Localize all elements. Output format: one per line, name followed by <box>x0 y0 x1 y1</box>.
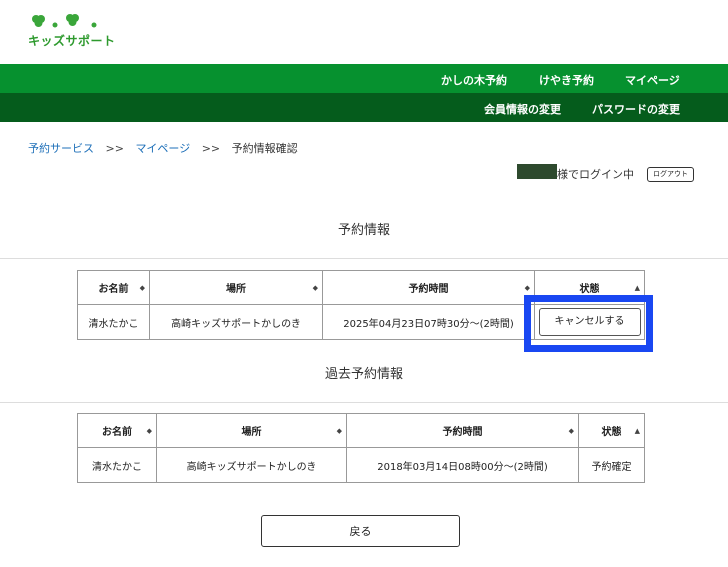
column-header-status[interactable]: 状態 ▲ <box>534 270 645 305</box>
logo-text: キッズサポート <box>28 34 116 48</box>
column-header-name[interactable]: お名前 ◆ <box>77 270 150 305</box>
breadcrumb-separator: >> <box>201 142 221 155</box>
table-header-row: お名前 ◆ 場所 ◆ 予約時間 ◆ 状態 ▲ <box>77 413 645 448</box>
clover-logo-icon <box>32 14 97 28</box>
past-reservations-title: 過去予約情報 <box>324 367 403 382</box>
current-reservations-title: 予約情報 <box>337 223 390 238</box>
column-header-time[interactable]: 予約時間 ◆ <box>322 270 535 305</box>
nav-kashinoki-reservation[interactable]: かしの木予約 <box>441 72 507 88</box>
secondary-nav: 会員情報の変更 パスワードの変更 <box>0 93 728 122</box>
column-header-label: 予約時間 <box>442 427 483 438</box>
nav-keyaki-reservation[interactable]: けやき予約 <box>539 72 594 88</box>
column-header-label: お名前 <box>102 427 132 438</box>
back-button[interactable]: 戻る <box>261 515 460 547</box>
login-status-text: 様でログイン中 <box>557 168 634 181</box>
column-header-label: 状態 <box>579 284 600 295</box>
cell-time: 2018年03月14日08時00分〜(2時間) <box>346 447 579 483</box>
divider <box>0 402 728 403</box>
cell-name: 清水たかこ <box>77 447 157 483</box>
breadcrumb-separator: >> <box>105 142 124 155</box>
nav-password-change[interactable]: パスワードの変更 <box>592 101 680 117</box>
breadcrumb-current-page: 予約情報確認 <box>231 142 298 155</box>
logo[interactable]: キッズサポート <box>28 12 115 52</box>
nav-mypage[interactable]: マイページ <box>625 72 680 88</box>
cell-time: 2025年04月23日07時30分〜(2時間) <box>322 304 535 340</box>
sort-ascending-icon: ▲ <box>634 426 640 435</box>
sort-icon: ◆ <box>139 283 145 292</box>
sort-icon: ◆ <box>146 426 152 435</box>
column-header-place[interactable]: 場所 ◆ <box>149 270 323 305</box>
table-header-row: お名前 ◆ 場所 ◆ 予約時間 ◆ 状態 ▲ <box>77 270 645 305</box>
sort-icon: ◆ <box>312 283 318 292</box>
cell-place: 高崎キッズサポートかしのき <box>149 304 323 340</box>
column-header-time[interactable]: 予約時間 ◆ <box>346 413 579 448</box>
column-header-status[interactable]: 状態 ▲ <box>578 413 645 448</box>
breadcrumb-mypage[interactable]: マイページ <box>135 142 190 155</box>
cell-place: 高崎キッズサポートかしのき <box>156 447 347 483</box>
sort-icon: ◆ <box>336 426 342 435</box>
logout-button[interactable]: ログアウト <box>647 167 694 182</box>
cell-status: 予約確定 <box>578 447 645 483</box>
current-reservations-table: お名前 ◆ 場所 ◆ 予約時間 ◆ 状態 ▲ 清水たかこ 高崎キッズサポートかしのき 2… <box>77 270 645 340</box>
table-row: 清水たかこ 高崎キッズサポートかしのき 2018年03月14日08時00分〜(2… <box>77 447 645 483</box>
column-header-name[interactable]: お名前 ◆ <box>77 413 157 448</box>
past-reservations-table: お名前 ◆ 場所 ◆ 予約時間 ◆ 状態 ▲ 清水たかこ 高崎キッズサポートかしのき 2… <box>77 413 645 483</box>
sort-icon: ◆ <box>568 426 574 435</box>
column-header-label: お名前 <box>98 284 129 295</box>
username-redacted <box>517 164 557 179</box>
column-header-label: 場所 <box>241 427 262 438</box>
breadcrumb: 予約サービス >> マイページ >> 予約情報確認 <box>28 140 298 156</box>
divider <box>0 258 728 259</box>
sort-icon: ◆ <box>524 283 530 292</box>
cell-name: 清水たかこ <box>77 304 150 340</box>
column-header-label: 状態 <box>601 427 622 438</box>
cell-action: キャンセルする <box>534 304 645 340</box>
nav-member-info-change[interactable]: 会員情報の変更 <box>484 101 561 117</box>
primary-nav: かしの木予約 けやき予約 マイページ <box>0 64 728 93</box>
column-header-label: 場所 <box>226 284 246 295</box>
breadcrumb-reservation-service[interactable]: 予約サービス <box>28 142 94 155</box>
cancel-reservation-button[interactable]: キャンセルする <box>538 308 641 336</box>
column-header-label: 予約時間 <box>408 284 449 295</box>
sort-ascending-icon: ▲ <box>634 283 640 292</box>
table-row: 清水たかこ 高崎キッズサポートかしのき 2025年04月23日07時30分〜(2… <box>77 304 645 340</box>
column-header-place[interactable]: 場所 ◆ <box>156 413 347 448</box>
